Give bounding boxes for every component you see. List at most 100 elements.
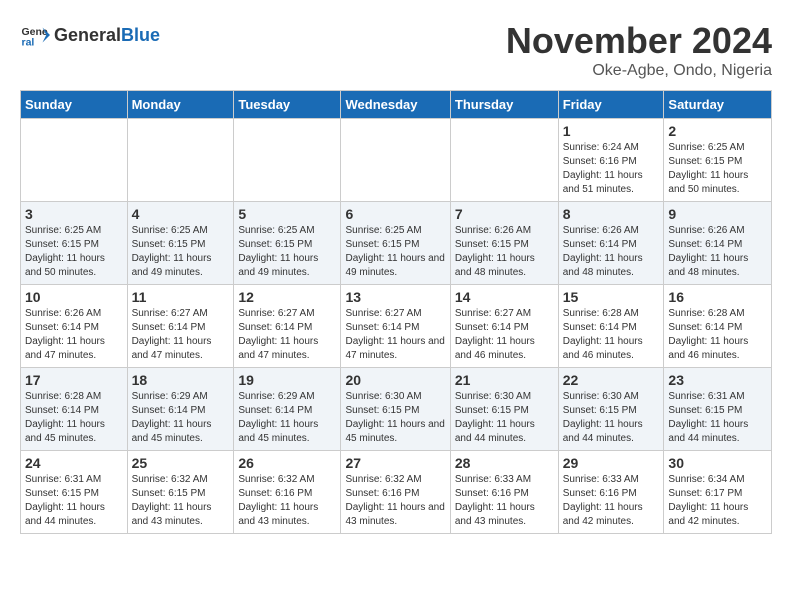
day-number: 24 bbox=[25, 455, 123, 471]
day-number: 21 bbox=[455, 372, 554, 388]
logo-icon: Gene ral bbox=[20, 20, 50, 50]
day-info: Sunrise: 6:27 AM Sunset: 6:14 PM Dayligh… bbox=[455, 307, 554, 363]
day-number: 6 bbox=[345, 206, 445, 222]
day-info: Sunrise: 6:24 AM Sunset: 6:16 PM Dayligh… bbox=[563, 141, 660, 197]
day-info: Sunrise: 6:34 AM Sunset: 6:17 PM Dayligh… bbox=[668, 473, 767, 529]
header-tuesday: Tuesday bbox=[234, 91, 341, 119]
calendar-cell: 27 Sunrise: 6:32 AM Sunset: 6:16 PM Dayli… bbox=[341, 451, 450, 534]
day-info: Sunrise: 6:26 AM Sunset: 6:14 PM Dayligh… bbox=[563, 224, 660, 280]
header-monday: Monday bbox=[127, 91, 234, 119]
calendar-cell: 28 Sunrise: 6:33 AM Sunset: 6:16 PM Dayli… bbox=[450, 451, 558, 534]
calendar-week-1: 3 Sunrise: 6:25 AM Sunset: 6:15 PM Daylig… bbox=[21, 202, 772, 285]
day-number: 28 bbox=[455, 455, 554, 471]
calendar-cell: 10 Sunrise: 6:26 AM Sunset: 6:14 PM Dayli… bbox=[21, 285, 128, 368]
day-number: 2 bbox=[668, 123, 767, 139]
day-info: Sunrise: 6:30 AM Sunset: 6:15 PM Dayligh… bbox=[455, 390, 554, 446]
header-friday: Friday bbox=[558, 91, 664, 119]
calendar-cell bbox=[21, 119, 128, 202]
calendar-header: Sunday Monday Tuesday Wednesday Thursday… bbox=[21, 91, 772, 119]
day-number: 25 bbox=[132, 455, 230, 471]
day-number: 20 bbox=[345, 372, 445, 388]
logo-text: General Blue bbox=[54, 25, 160, 46]
day-number: 27 bbox=[345, 455, 445, 471]
calendar-table: Sunday Monday Tuesday Wednesday Thursday… bbox=[20, 90, 772, 534]
day-number: 19 bbox=[238, 372, 336, 388]
day-info: Sunrise: 6:26 AM Sunset: 6:14 PM Dayligh… bbox=[25, 307, 123, 363]
calendar-week-2: 10 Sunrise: 6:26 AM Sunset: 6:14 PM Dayli… bbox=[21, 285, 772, 368]
calendar-cell: 23 Sunrise: 6:31 AM Sunset: 6:15 PM Dayli… bbox=[664, 368, 772, 451]
calendar-cell bbox=[341, 119, 450, 202]
logo-general: General bbox=[54, 25, 121, 46]
calendar-cell: 19 Sunrise: 6:29 AM Sunset: 6:14 PM Dayli… bbox=[234, 368, 341, 451]
calendar-cell: 3 Sunrise: 6:25 AM Sunset: 6:15 PM Daylig… bbox=[21, 202, 128, 285]
month-title: November 2024 bbox=[506, 20, 772, 62]
day-info: Sunrise: 6:33 AM Sunset: 6:16 PM Dayligh… bbox=[455, 473, 554, 529]
header-thursday: Thursday bbox=[450, 91, 558, 119]
calendar-cell: 9 Sunrise: 6:26 AM Sunset: 6:14 PM Daylig… bbox=[664, 202, 772, 285]
calendar-cell: 4 Sunrise: 6:25 AM Sunset: 6:15 PM Daylig… bbox=[127, 202, 234, 285]
day-number: 7 bbox=[455, 206, 554, 222]
header-sunday: Sunday bbox=[21, 91, 128, 119]
day-info: Sunrise: 6:30 AM Sunset: 6:15 PM Dayligh… bbox=[563, 390, 660, 446]
day-info: Sunrise: 6:25 AM Sunset: 6:15 PM Dayligh… bbox=[25, 224, 123, 280]
calendar-week-4: 24 Sunrise: 6:31 AM Sunset: 6:15 PM Dayli… bbox=[21, 451, 772, 534]
day-number: 23 bbox=[668, 372, 767, 388]
day-number: 13 bbox=[345, 289, 445, 305]
header-saturday: Saturday bbox=[664, 91, 772, 119]
header-wednesday: Wednesday bbox=[341, 91, 450, 119]
day-info: Sunrise: 6:31 AM Sunset: 6:15 PM Dayligh… bbox=[25, 473, 123, 529]
day-number: 22 bbox=[563, 372, 660, 388]
calendar-cell: 25 Sunrise: 6:32 AM Sunset: 6:15 PM Dayli… bbox=[127, 451, 234, 534]
day-number: 8 bbox=[563, 206, 660, 222]
svg-text:ral: ral bbox=[22, 37, 35, 49]
calendar-cell: 6Sunrise: 6:25 AM Sunset: 6:15 PM Daylig… bbox=[341, 202, 450, 285]
day-number: 12 bbox=[238, 289, 336, 305]
calendar-cell: 20 Sunrise: 6:30 AM Sunset: 6:15 PM Dayli… bbox=[341, 368, 450, 451]
calendar-cell: 26Sunrise: 6:32 AM Sunset: 6:16 PM Dayli… bbox=[234, 451, 341, 534]
day-number: 11 bbox=[132, 289, 230, 305]
calendar-cell bbox=[127, 119, 234, 202]
header-row: Sunday Monday Tuesday Wednesday Thursday… bbox=[21, 91, 772, 119]
title-area: November 2024 Oke-Agbe, Ondo, Nigeria bbox=[506, 20, 772, 80]
calendar-cell: 1 Sunrise: 6:24 AM Sunset: 6:16 PM Daylig… bbox=[558, 119, 664, 202]
calendar-week-3: 17 Sunrise: 6:28 AM Sunset: 6:14 PM Dayli… bbox=[21, 368, 772, 451]
day-info: Sunrise: 6:32 AM Sunset: 6:15 PM Dayligh… bbox=[132, 473, 230, 529]
day-number: 1 bbox=[563, 123, 660, 139]
day-info: Sunrise: 6:28 AM Sunset: 6:14 PM Dayligh… bbox=[25, 390, 123, 446]
logo: Gene ral General Blue bbox=[20, 20, 160, 50]
day-info: Sunrise: 6:32 AM Sunset: 6:16 PM Dayligh… bbox=[345, 473, 445, 529]
header: Gene ral General Blue November 2024 Oke-… bbox=[20, 20, 772, 80]
day-info: Sunrise: 6:28 AM Sunset: 6:14 PM Dayligh… bbox=[563, 307, 660, 363]
day-info: Sunrise: 6:28 AM Sunset: 6:14 PM Dayligh… bbox=[668, 307, 767, 363]
calendar-cell: 24 Sunrise: 6:31 AM Sunset: 6:15 PM Dayli… bbox=[21, 451, 128, 534]
calendar-body: 1 Sunrise: 6:24 AM Sunset: 6:16 PM Daylig… bbox=[21, 119, 772, 534]
day-info: Sunrise: 6:33 AM Sunset: 6:16 PM Dayligh… bbox=[563, 473, 660, 529]
day-info: Sunrise: 6:29 AM Sunset: 6:14 PM Dayligh… bbox=[238, 390, 336, 446]
day-number: 3 bbox=[25, 206, 123, 222]
day-info: Sunrise: 6:27 AM Sunset: 6:14 PM Dayligh… bbox=[345, 307, 445, 363]
day-number: 10 bbox=[25, 289, 123, 305]
calendar-cell: 8 Sunrise: 6:26 AM Sunset: 6:14 PM Daylig… bbox=[558, 202, 664, 285]
calendar-cell: 15Sunrise: 6:28 AM Sunset: 6:14 PM Dayli… bbox=[558, 285, 664, 368]
day-info: Sunrise: 6:30 AM Sunset: 6:15 PM Dayligh… bbox=[345, 390, 445, 446]
day-info: Sunrise: 6:29 AM Sunset: 6:14 PM Dayligh… bbox=[132, 390, 230, 446]
calendar-cell bbox=[450, 119, 558, 202]
day-number: 14 bbox=[455, 289, 554, 305]
day-info: Sunrise: 6:26 AM Sunset: 6:15 PM Dayligh… bbox=[455, 224, 554, 280]
calendar-cell: 22 Sunrise: 6:30 AM Sunset: 6:15 PM Dayli… bbox=[558, 368, 664, 451]
day-number: 4 bbox=[132, 206, 230, 222]
day-info: Sunrise: 6:31 AM Sunset: 6:15 PM Dayligh… bbox=[668, 390, 767, 446]
calendar-cell: 18Sunrise: 6:29 AM Sunset: 6:14 PM Dayli… bbox=[127, 368, 234, 451]
calendar-cell: 29 Sunrise: 6:33 AM Sunset: 6:16 PM Dayli… bbox=[558, 451, 664, 534]
day-number: 9 bbox=[668, 206, 767, 222]
day-info: Sunrise: 6:25 AM Sunset: 6:15 PM Dayligh… bbox=[668, 141, 767, 197]
day-info: Sunrise: 6:25 AM Sunset: 6:15 PM Dayligh… bbox=[132, 224, 230, 280]
day-number: 29 bbox=[563, 455, 660, 471]
calendar-cell: 11Sunrise: 6:27 AM Sunset: 6:14 PM Dayli… bbox=[127, 285, 234, 368]
day-info: Sunrise: 6:27 AM Sunset: 6:14 PM Dayligh… bbox=[238, 307, 336, 363]
calendar-cell: 21 Sunrise: 6:30 AM Sunset: 6:15 PM Dayli… bbox=[450, 368, 558, 451]
day-number: 17 bbox=[25, 372, 123, 388]
day-number: 26 bbox=[238, 455, 336, 471]
calendar-week-0: 1 Sunrise: 6:24 AM Sunset: 6:16 PM Daylig… bbox=[21, 119, 772, 202]
day-info: Sunrise: 6:26 AM Sunset: 6:14 PM Dayligh… bbox=[668, 224, 767, 280]
